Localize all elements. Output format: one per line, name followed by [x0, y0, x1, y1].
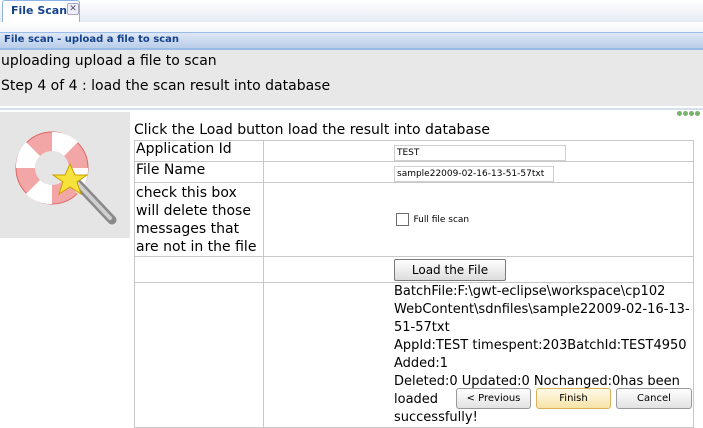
checkbox-help-label: check this box will delete those message… — [134, 182, 264, 257]
full-scan-label: Full file scan — [413, 214, 470, 225]
tab-bar: File Scan ✕ — [0, 0, 703, 23]
finish-button[interactable]: Finish — [536, 388, 611, 409]
header-divider — [0, 108, 703, 110]
panel-titlebar: File scan - upload a file to scan — [0, 32, 703, 50]
result-line: WebContent\sdnfiles\sample22009-02-16-13… — [394, 302, 690, 335]
file-name-label: File Name — [134, 161, 264, 183]
cancel-button[interactable]: Cancel — [616, 388, 692, 409]
empty-label-cell — [134, 256, 264, 283]
tab-label: File Scan — [11, 4, 68, 17]
close-icon[interactable]: ✕ — [67, 3, 79, 15]
lifebuoy-magnifier-star-icon — [15, 131, 117, 225]
result-line: successfully! — [394, 410, 478, 425]
wizard-logo-panel — [0, 112, 130, 238]
app-id-label: Application Id — [134, 140, 264, 162]
full-scan-checkbox[interactable] — [396, 213, 409, 226]
result-line: BatchFile:F:\gwt-eclipse\workspace\cp102 — [394, 284, 666, 299]
instruction-text: Click the Load button load the result in… — [134, 122, 490, 138]
wizard-header: uploading upload a file to scan Step 4 o… — [0, 50, 703, 106]
result-line: AppId:TEST timespent:203BatchId:TEST4950… — [394, 338, 687, 371]
panel-title: File scan - upload a file to scan — [4, 34, 179, 45]
wizard-step: Step 4 of 4 : load the scan result into … — [1, 78, 331, 94]
wizard-subtitle: uploading upload a file to scan — [1, 53, 217, 69]
file-name-field[interactable]: sample22009-02-16-13-51-57txt — [394, 166, 554, 182]
app-id-field[interactable]: TEST — [394, 145, 566, 161]
previous-button[interactable]: < Previous — [456, 388, 531, 409]
load-file-button[interactable]: Load the File — [394, 258, 506, 281]
resize-grip-icon[interactable] — [676, 101, 700, 116]
tab-file-scan[interactable]: File Scan ✕ — [2, 0, 80, 22]
wizard-footer: < Previous Finish Cancel — [0, 383, 703, 410]
